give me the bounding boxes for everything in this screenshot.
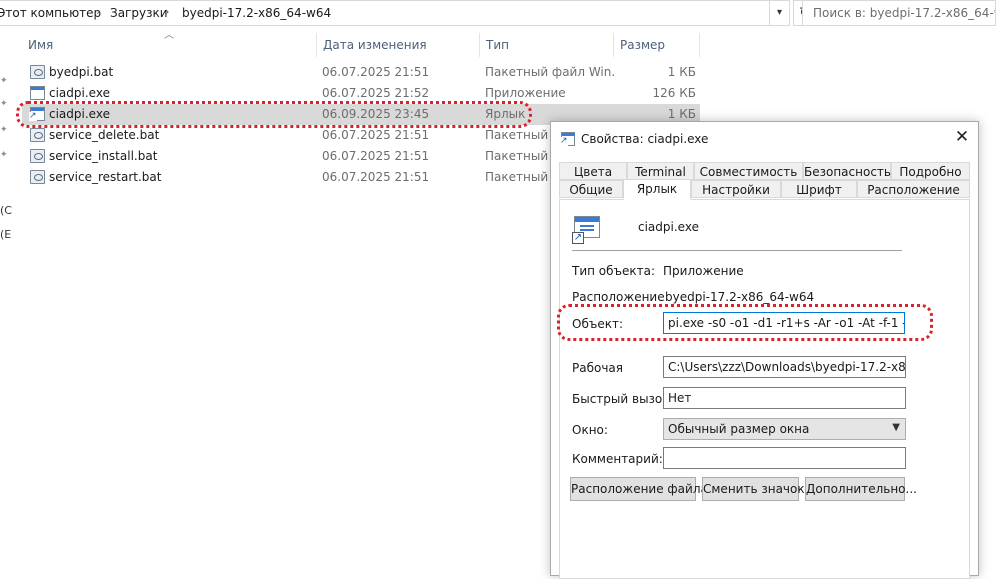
pin-icon: ✦ <box>0 76 8 86</box>
comment-field[interactable] <box>663 447 906 469</box>
run-select-value: Обычный размер окна <box>668 422 810 436</box>
close-icon[interactable]: ✕ <box>951 126 973 148</box>
object-type-label: Тип объекта: <box>572 264 656 278</box>
search-input[interactable]: Поиск в: byedpi-17.2-x86_64-w64 <box>802 0 996 26</box>
tab-terminal[interactable]: Terminal <box>627 162 694 180</box>
file-row[interactable]: byedpi.bat 06.07.2025 21:51 Пакетный фай… <box>22 62 700 83</box>
file-name: service_delete.bat <box>49 128 160 142</box>
shortcut-name: ciadpi.exe <box>638 220 699 234</box>
tab-general[interactable]: Общие <box>559 180 623 198</box>
dialog-title: Свойства: ciadpi.exe <box>581 132 709 146</box>
divider <box>572 250 902 251</box>
chevron-down-icon[interactable]: ▾ <box>770 0 790 26</box>
column-header-name[interactable]: Имя <box>22 33 312 57</box>
bat-file-icon <box>30 65 45 79</box>
bat-file-icon <box>30 128 45 142</box>
shortcut-icon <box>560 132 575 146</box>
location-value: byedpi-17.2-x86_64-w64 <box>665 290 815 304</box>
file-date: 06.07.2025 21:52 <box>322 86 430 100</box>
properties-dialog[interactable]: Свойства: ciadpi.exe ✕ Цвета Terminal Со… <box>550 121 979 579</box>
start-in-field[interactable]: C:\Users\zzz\Downloads\byedpi-17.2-x86_6… <box>663 356 906 378</box>
file-name: service_restart.bat <box>49 170 162 184</box>
exe-file-icon <box>30 86 45 100</box>
file-type: Пакетный файл Win... <box>485 65 615 79</box>
file-date: 06.07.2025 21:51 <box>322 149 430 163</box>
run-select[interactable]: Обычный размер окна ▼ <box>663 418 906 440</box>
file-date: 06.07.2025 21:51 <box>322 170 430 184</box>
advanced-button[interactable]: Дополнительно... <box>805 477 917 501</box>
column-divider[interactable] <box>699 33 700 57</box>
column-header-type[interactable]: Тип <box>480 33 612 57</box>
file-size: 126 КБ <box>652 86 696 100</box>
comment-label: Комментарий: <box>572 452 663 466</box>
chevron-down-icon: ▼ <box>892 422 900 433</box>
nav-drive-label[interactable]: (C <box>0 204 12 217</box>
tab-details[interactable]: Подробно <box>891 162 970 180</box>
file-name: service_install.bat <box>49 149 158 163</box>
file-size: 1 КБ <box>667 65 696 79</box>
address-bar[interactable]: Этот компьютер › Загрузки › byedpi-17.2-… <box>0 0 770 26</box>
run-label: Окно: <box>572 423 608 437</box>
pin-icon: ✦ <box>0 150 8 160</box>
object-type-value: Приложение <box>663 264 744 278</box>
breadcrumb-separator-icon[interactable]: › <box>96 5 100 18</box>
hotkey-field[interactable]: Нет <box>663 387 906 409</box>
location-label: Расположение <box>572 290 665 304</box>
column-header-date[interactable]: Дата изменения <box>317 33 477 57</box>
breadcrumb-folder[interactable]: byedpi-17.2-x86_64-w64 <box>182 6 331 20</box>
file-date: 06.07.2025 21:51 <box>322 128 430 142</box>
change-icon-button[interactable]: Сменить значок... <box>702 477 816 501</box>
start-in-label: Рабочая <box>572 361 623 375</box>
tab-shortcut[interactable]: Ярлык <box>623 179 691 200</box>
open-file-location-button[interactable]: Расположение файла <box>570 477 708 501</box>
pin-icon: ✦ <box>0 125 8 135</box>
highlight-annotation <box>16 101 532 128</box>
breadcrumb-downloads[interactable]: Загрузки <box>110 6 168 20</box>
file-name: byedpi.bat <box>49 65 114 79</box>
bat-file-icon <box>30 170 45 184</box>
hotkey-label: Быстрый вызов: <box>572 392 674 406</box>
breadcrumb-this-pc[interactable]: Этот компьютер <box>0 6 101 20</box>
tab-font[interactable]: Шрифт <box>781 180 857 198</box>
file-type: Приложение <box>485 86 566 100</box>
file-name: ciadpi.exe <box>49 86 110 100</box>
tab-layout[interactable]: Расположение <box>857 180 970 198</box>
shortcut-icon: ↗ <box>572 214 604 246</box>
tab-colors[interactable]: Цвета <box>559 162 627 180</box>
bat-file-icon <box>30 149 45 163</box>
nav-drive-label[interactable]: (E <box>0 228 11 241</box>
tab-security[interactable]: Безопасность <box>803 162 891 180</box>
column-header-size[interactable]: Размер <box>614 33 700 57</box>
tab-compatibility[interactable]: Совместимость <box>694 162 803 180</box>
breadcrumb-separator-icon[interactable]: › <box>165 5 169 18</box>
file-size: 1 КБ <box>667 107 696 121</box>
highlight-annotation <box>557 304 933 341</box>
file-date: 06.07.2025 21:51 <box>322 65 430 79</box>
pin-icon: ✦ <box>0 99 8 109</box>
tab-options[interactable]: Настройки <box>691 180 781 198</box>
